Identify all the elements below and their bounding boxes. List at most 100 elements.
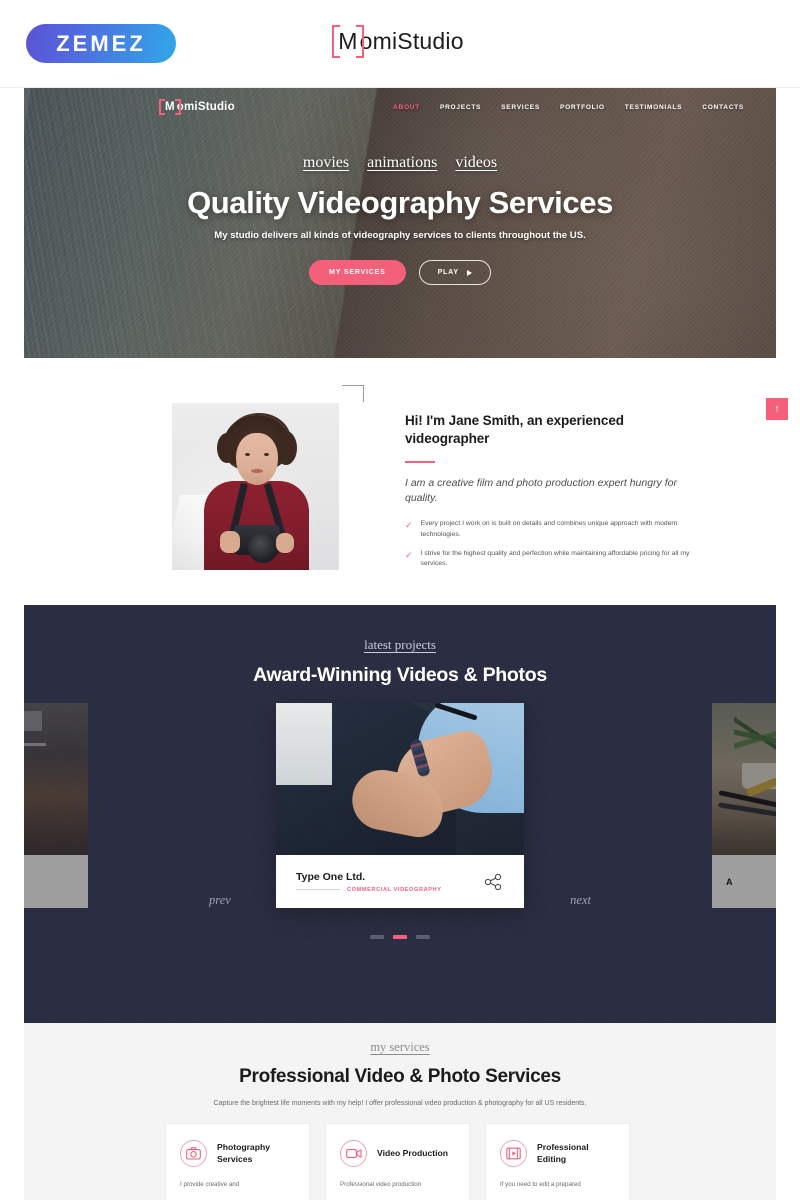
hero-tag-links: movies animations videos: [24, 154, 776, 172]
service-card-header: Professional Editing: [500, 1140, 615, 1167]
carousel-prev-button[interactable]: prev: [209, 893, 231, 908]
project-category-line: [296, 889, 340, 890]
nav-item-contacts[interactable]: CONTACTS: [702, 104, 744, 111]
hero-tag-movies[interactable]: movies: [303, 154, 349, 172]
services-heading: Professional Video & Photo Services: [239, 1066, 561, 1087]
hero-buttons: MY SERVICES PLAY: [24, 260, 776, 285]
film-play-icon: [500, 1140, 527, 1167]
projects-eyebrow: latest projects: [364, 637, 436, 652]
next-slide-plant: [734, 707, 776, 769]
service-card-video-production[interactable]: Video Production Professional video prod…: [325, 1123, 470, 1200]
page-title: MomiStudio: [0, 25, 800, 58]
carousel-slide-next-caption: A: [712, 855, 776, 908]
portrait-eye-right: [264, 453, 269, 456]
share-icon[interactable]: [482, 871, 504, 893]
projects-heading: Award-Winning Videos & Photos: [253, 664, 547, 686]
about-bullet-list: ✓ Every project I work on is built on de…: [405, 519, 705, 569]
camera-icon: [180, 1140, 207, 1167]
service-card-body: Professional video production: [340, 1181, 422, 1188]
carousel-slide-previous[interactable]: [24, 703, 88, 908]
nav-item-portfolio[interactable]: PORTFOLIO: [560, 104, 605, 111]
about-bullet-text: I strive for the highest quality and per…: [420, 550, 690, 568]
hero-subheading: My studio delivers all kinds of videogra…: [214, 230, 586, 241]
prev-slide-shape-b: [24, 743, 46, 746]
carousel-dot-2[interactable]: [393, 935, 407, 939]
carousel-slide-next[interactable]: A: [712, 703, 776, 908]
projects-section: latest projects Award-Winning Videos & P…: [24, 605, 776, 1023]
portrait-camera-body: [234, 525, 280, 563]
carousel-slide-active-image: [276, 703, 524, 855]
nav-item-testimonials[interactable]: TESTIMONIALS: [625, 104, 683, 111]
service-card-header: Video Production: [340, 1140, 455, 1167]
project-title: Type One Ltd.: [296, 870, 366, 883]
nav-item-projects[interactable]: PROJECTS: [440, 104, 481, 111]
carousel-slide-next-image: [712, 703, 776, 855]
portrait-camera-lens: [248, 533, 278, 563]
top-bar: ZEMEZ MomiStudio: [0, 0, 800, 88]
carousel-dot-3[interactable]: [416, 935, 430, 939]
carousel-slide-previous-caption: [24, 855, 88, 908]
prev-slide-shape-a: [24, 711, 42, 731]
hero-tag-animations[interactable]: animations: [367, 154, 437, 172]
project-category-row: COMMERCIAL VIDEOGRAPHY: [296, 887, 442, 893]
site-logo-rest: omiStudio: [176, 101, 235, 113]
service-card-title: Video Production: [377, 1147, 448, 1158]
project-category: COMMERCIAL VIDEOGRAPHY: [347, 886, 442, 893]
carousel-slide-previous-image: [24, 703, 88, 855]
about-divider: [405, 460, 435, 463]
carousel-pagination: [24, 935, 776, 939]
service-card-professional-editing[interactable]: Professional Editing If you need to edit…: [485, 1123, 630, 1200]
carousel-caption-text: Type One Ltd. COMMERCIAL VIDEOGRAPHY: [296, 871, 442, 893]
portrait-hand-left: [220, 531, 240, 553]
check-icon: ✓: [405, 520, 413, 531]
hero-section: MomiStudio ABOUT PROJECTS SERVICES PORTF…: [24, 88, 776, 358]
services-section: my services Professional Video & Photo S…: [24, 1023, 776, 1200]
hero-heading: Quality Videography Services: [187, 185, 613, 220]
hero-tag-videos[interactable]: videos: [455, 154, 497, 172]
next-slide-title: A: [726, 876, 733, 887]
play-button-label: PLAY: [437, 269, 459, 276]
about-corner-bracket: [342, 385, 364, 402]
carousel-next-button[interactable]: next: [570, 893, 591, 908]
service-card-header: Photography Services: [180, 1140, 295, 1167]
my-services-button[interactable]: MY SERVICES: [309, 260, 406, 285]
page-root: ZEMEZ MomiStudio MomiStudio ABOUT PROJEC…: [0, 0, 800, 1200]
site-logo-bracket: M: [159, 99, 181, 115]
projects-carousel: Type One Ltd. COMMERCIAL VIDEOGRAPHY A p…: [24, 703, 776, 918]
video-camera-icon: [340, 1140, 367, 1167]
play-button[interactable]: PLAY: [418, 260, 491, 285]
nav-item-about[interactable]: ABOUT: [393, 104, 420, 111]
portrait-eye-left: [245, 453, 250, 456]
service-card-body: If you need to edit a prepared: [500, 1181, 581, 1188]
about-section: Hi! I'm Jane Smith, an experienced video…: [24, 358, 776, 605]
carousel-slide-active[interactable]: Type One Ltd. COMMERCIAL VIDEOGRAPHY: [276, 703, 524, 908]
about-portrait-photo: [172, 403, 339, 570]
portrait-hand-right: [276, 533, 294, 553]
carousel-dot-1[interactable]: [370, 935, 384, 939]
check-icon: ✓: [405, 550, 413, 561]
about-text-block: Hi! I'm Jane Smith, an experienced video…: [405, 412, 705, 579]
play-triangle-icon: [466, 269, 472, 276]
main-nav: ABOUT PROJECTS SERVICES PORTFOLIO TESTIM…: [393, 104, 744, 111]
back-to-top-button[interactable]: ↑: [766, 398, 788, 420]
carousel-slide-caption: Type One Ltd. COMMERCIAL VIDEOGRAPHY: [276, 855, 524, 908]
services-subheading: Capture the brightest life moments with …: [213, 1100, 587, 1107]
page-title-bracket: M: [332, 25, 365, 58]
about-heading: Hi! I'm Jane Smith, an experienced video…: [405, 413, 624, 446]
site-logo[interactable]: MomiStudio: [159, 99, 235, 115]
about-bullet-text: Every project I work on is built on deta…: [420, 520, 678, 538]
about-bullet-item: ✓ Every project I work on is built on de…: [405, 519, 705, 540]
page-title-rest: omiStudio: [359, 28, 464, 54]
service-card-body: I provide creative and: [180, 1181, 240, 1188]
nav-item-services[interactable]: SERVICES: [501, 104, 540, 111]
hero-navbar: MomiStudio ABOUT PROJECTS SERVICES PORTF…: [24, 94, 776, 120]
service-card-title: Photography Services: [217, 1142, 270, 1164]
services-card-list: Photography Services I provide creative …: [165, 1123, 630, 1200]
services-eyebrow: my services: [370, 1040, 430, 1054]
service-card-photography[interactable]: Photography Services I provide creative …: [165, 1123, 310, 1200]
arrow-up-icon: ↑: [774, 402, 780, 415]
service-card-title: Professional Editing: [537, 1142, 589, 1164]
active-slide-wall: [276, 703, 332, 785]
portrait-lips: [251, 469, 263, 473]
about-lead-text: I am a creative film and photo productio…: [405, 476, 677, 504]
